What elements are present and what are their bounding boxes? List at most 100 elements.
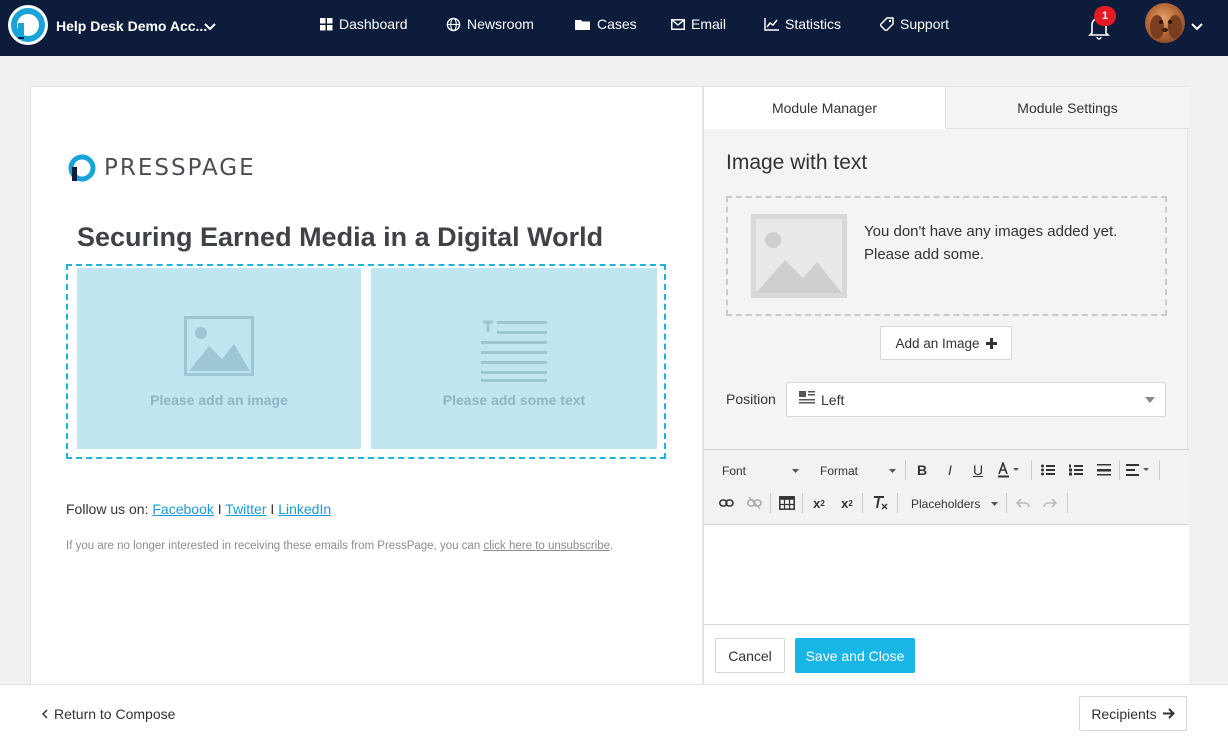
redo-button[interactable] — [1039, 492, 1061, 514]
presspage-logo-text: PRESSPAGE — [104, 155, 256, 181]
no-images-line1: You don't have any images added yet. — [864, 223, 1118, 240]
nav-newsroom-label: Newsroom — [467, 16, 534, 32]
presspage-brand-logo: PRESSPAGE — [66, 152, 256, 184]
cancel-button[interactable]: Cancel — [715, 638, 785, 673]
facebook-link[interactable]: Facebook — [152, 501, 213, 517]
tab-module-manager[interactable]: Module Manager — [704, 87, 946, 129]
panel-footer: Cancel Save and Close — [704, 625, 1189, 687]
undo-icon — [1016, 498, 1030, 508]
undo-button[interactable] — [1012, 492, 1034, 514]
nav-cases-label: Cases — [597, 16, 637, 32]
save-and-close-button[interactable]: Save and Close — [795, 638, 915, 673]
position-select[interactable]: Left — [786, 382, 1166, 417]
image-placeholder-label: Please add an image — [150, 392, 288, 408]
chart-icon — [764, 17, 779, 31]
module-settings-area: Image with text You don't have any image… — [704, 129, 1189, 449]
image-with-text-module[interactable]: Please add an image Please add some text — [66, 264, 666, 459]
link-separator: I — [217, 501, 222, 517]
redo-icon — [1043, 498, 1057, 508]
add-image-button[interactable]: Add an Image — [880, 326, 1012, 360]
bottom-bar: Return to Compose Recipients — [0, 684, 1228, 738]
twitter-link[interactable]: Twitter — [225, 501, 266, 517]
image-placeholder-icon — [184, 316, 254, 376]
bullet-list-icon — [1041, 464, 1055, 476]
image-placeholder[interactable]: Please add an image — [77, 268, 361, 449]
dropdown-arrow-icon — [1145, 397, 1155, 403]
nav-statistics[interactable]: Statistics — [764, 16, 841, 32]
nav-email[interactable]: Email — [671, 16, 726, 32]
bold-button[interactable]: B — [911, 459, 933, 481]
tag-icon — [880, 17, 894, 31]
text-editor-area[interactable] — [704, 525, 1189, 625]
envelope-icon — [671, 18, 685, 30]
chevron-down-icon[interactable] — [1191, 22, 1203, 32]
text-color-button[interactable] — [996, 459, 1026, 481]
presspage-logo-icon[interactable] — [8, 5, 48, 45]
email-headline[interactable]: Securing Earned Media in a Digital World — [77, 222, 603, 253]
horizontal-rule-icon — [1097, 464, 1111, 476]
top-navigation: Help Desk Demo Acc... Dashboard Newsroom… — [0, 0, 1228, 56]
horizontal-rule-button[interactable] — [1093, 459, 1115, 481]
italic-button[interactable]: I — [939, 459, 961, 481]
dropdown-arrow-icon — [889, 469, 896, 473]
recipients-button[interactable]: Recipients — [1079, 696, 1187, 731]
table-button[interactable] — [776, 492, 798, 514]
account-switcher[interactable]: Help Desk Demo Acc... — [56, 18, 207, 34]
toolbar-separator — [1067, 493, 1068, 513]
underline-button[interactable]: U — [967, 459, 989, 481]
text-placeholder[interactable]: Please add some text — [371, 268, 657, 449]
return-to-compose-link[interactable]: Return to Compose — [42, 706, 175, 722]
numbered-list-icon — [1069, 464, 1083, 476]
font-dropdown[interactable]: Font — [722, 464, 746, 478]
editor-toolbar: Font Format B I U x 2 x 2 Placeholders — [704, 449, 1189, 525]
superscript-button[interactable]: x2 — [808, 492, 830, 514]
position-select-value: Left — [821, 392, 845, 408]
placeholders-dropdown-label: Placeholders — [911, 497, 981, 511]
module-panel: Module Manager Module Settings Image wit… — [703, 86, 1189, 687]
toolbar-separator — [905, 460, 906, 480]
return-to-compose-label: Return to Compose — [54, 706, 176, 722]
link-button[interactable] — [715, 492, 737, 514]
toolbar-separator — [897, 493, 898, 513]
dropdown-arrow-icon — [792, 469, 799, 473]
avatar[interactable] — [1145, 3, 1185, 43]
unsubscribe-link[interactable]: click here to unsubscribe — [483, 540, 610, 552]
nav-support[interactable]: Support — [880, 16, 949, 32]
linkedin-link[interactable]: LinkedIn — [278, 501, 331, 517]
nav-statistics-label: Statistics — [785, 16, 842, 32]
add-image-label: Add an Image — [895, 335, 980, 351]
unsubscribe-line: If you are no longer interested in recei… — [66, 540, 613, 552]
nav-support-label: Support — [900, 16, 950, 32]
font-dropdown-label: Font — [722, 464, 747, 478]
link-icon — [718, 499, 734, 507]
align-dropdown[interactable] — [1125, 459, 1153, 481]
toolbar-separator — [770, 493, 771, 513]
placeholders-dropdown[interactable]: Placeholders — [911, 497, 980, 511]
folder-icon — [575, 19, 590, 30]
plus-icon — [985, 337, 997, 349]
clear-format-button[interactable] — [869, 492, 891, 514]
toolbar-separator — [1031, 460, 1032, 480]
chevron-down-icon[interactable] — [204, 22, 216, 32]
toolbar-separator — [1159, 460, 1160, 480]
nav-email-label: Email — [691, 16, 727, 32]
nav-cases[interactable]: Cases — [575, 16, 637, 32]
image-left-align-icon — [799, 391, 815, 404]
bullet-list-button[interactable] — [1037, 459, 1059, 481]
numbered-list-button[interactable] — [1065, 459, 1087, 481]
image-drop-area[interactable]: You don't have any images added yet. Ple… — [726, 196, 1167, 316]
no-images-line2: Please add some. — [864, 246, 985, 263]
tab-module-settings[interactable]: Module Settings — [946, 87, 1189, 129]
dropdown-arrow-icon — [991, 502, 998, 506]
notification-badge: 1 — [1094, 6, 1116, 26]
nav-newsroom[interactable]: Newsroom — [446, 16, 534, 32]
presspage-logo-icon — [68, 154, 96, 182]
format-dropdown[interactable]: Format — [820, 464, 858, 478]
align-left-icon — [1126, 464, 1149, 476]
text-color-icon — [998, 462, 1019, 478]
subscript-button[interactable]: x2 — [836, 492, 858, 514]
clear-format-icon — [874, 496, 888, 510]
unlink-button[interactable] — [743, 492, 765, 514]
nav-dashboard[interactable]: Dashboard — [320, 16, 408, 32]
toolbar-separator — [1006, 493, 1007, 513]
